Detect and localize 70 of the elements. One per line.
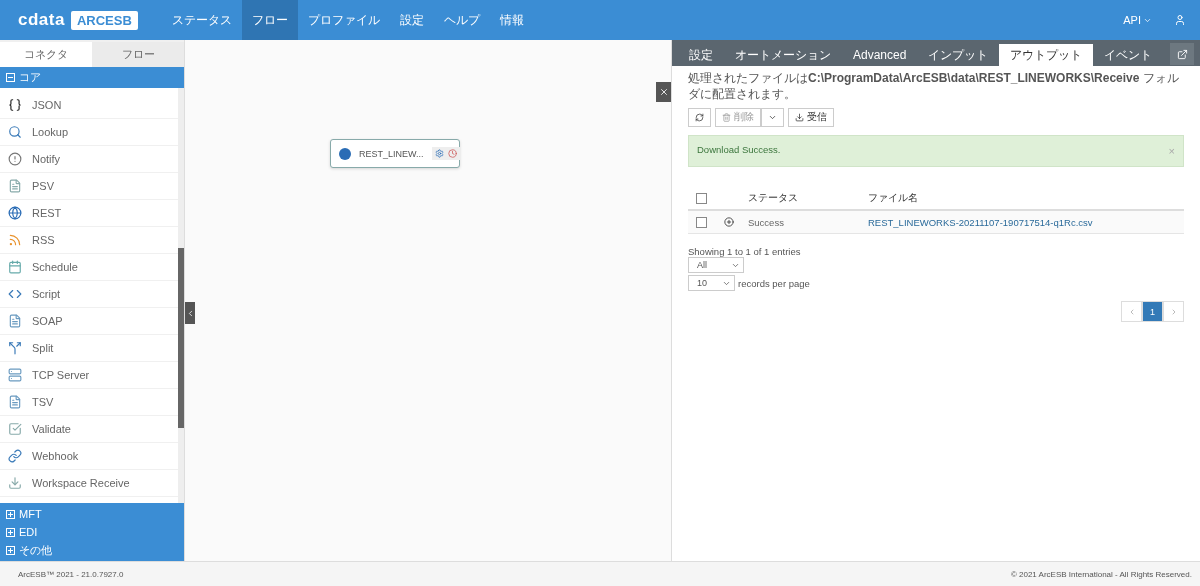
nav-tab[interactable]: ステータス <box>161 0 242 40</box>
external-link-icon <box>1176 48 1188 60</box>
user-icon[interactable] <box>1174 14 1186 26</box>
logo-text: cdata <box>18 10 65 30</box>
close-button[interactable] <box>656 82 671 102</box>
panel-tab[interactable]: インプット <box>917 44 1000 66</box>
panel-tab[interactable]: オートメーション <box>724 44 842 66</box>
category-header[interactable]: コア <box>0 67 184 88</box>
caret-icon <box>768 113 777 122</box>
panel-tab[interactable]: イベント <box>1093 44 1164 66</box>
alert-text: Download Success. <box>697 144 781 157</box>
collapse-handle[interactable] <box>185 302 195 324</box>
logo-badge: ARCESB <box>70 10 138 30</box>
version-text: ArcESB™ 2021 - 21.0.7927.0 <box>18 569 124 579</box>
nav-tab[interactable]: 設定 <box>389 0 434 40</box>
panel-tab[interactable]: Advanced <box>842 44 918 66</box>
page-size-select[interactable]: 10 <box>688 275 735 291</box>
document-icon <box>8 314 22 328</box>
filter-select[interactable]: All <box>688 257 744 273</box>
flow-node[interactable]: REST_LINEW... <box>330 139 460 168</box>
alert-icon <box>8 152 22 166</box>
split-icon <box>8 341 22 355</box>
column-header[interactable]: ファイル名 <box>868 191 1184 205</box>
file-link[interactable]: REST_LINEWORKS-20211107-190717514-q1Rc.csv <box>868 216 1184 228</box>
braces-icon <box>8 98 22 112</box>
checkbox[interactable] <box>696 216 707 228</box>
connector-item[interactable]: REST <box>0 200 178 227</box>
copyright-text: © 2021 ArcESB International - All Rights Reserved. <box>1010 569 1192 579</box>
search-icon <box>8 125 22 139</box>
checkbox[interactable] <box>696 192 707 204</box>
refresh-icon <box>695 113 704 122</box>
sidebar-tab[interactable]: コネクタ <box>0 42 92 67</box>
download-icon <box>8 476 22 490</box>
refresh-button[interactable] <box>688 108 711 127</box>
link-icon <box>8 449 22 463</box>
document-icon <box>8 179 22 193</box>
column-header[interactable]: ステータス <box>748 191 868 205</box>
code-icon <box>8 287 22 301</box>
dropdown-button[interactable] <box>761 108 784 127</box>
nav-tab[interactable]: 情報 <box>489 0 534 40</box>
receive-button[interactable]: 受信 <box>788 108 834 127</box>
category-label: MFT <box>19 508 42 520</box>
sidebar-tab[interactable]: フロー <box>92 42 184 67</box>
page-size-label: records per page <box>738 277 810 289</box>
panel-tab[interactable]: 設定 <box>678 44 724 66</box>
table-cell-text: Success <box>748 216 785 228</box>
api-menu[interactable]: API <box>1123 14 1152 26</box>
trash-icon <box>722 113 731 122</box>
nav-tab[interactable]: ヘルプ <box>433 0 490 40</box>
calendar-icon <box>8 260 22 274</box>
nav-tab[interactable]: プロファイル <box>297 0 390 40</box>
info-text: 処理されたファイルはC:\ProgramData\ArcESB\data\REST_LINEWORKS\Receive フォルダに配置されます。 <box>688 70 1180 102</box>
panel-tab[interactable]: アウトプット <box>999 44 1094 66</box>
document-icon <box>8 395 22 409</box>
node-label: REST_LINEW... <box>359 148 424 159</box>
category-label: コア <box>19 70 41 85</box>
page-button[interactable]: 1 <box>1142 301 1163 322</box>
scrollbar-thumb[interactable] <box>178 248 184 428</box>
clock-icon[interactable] <box>447 149 457 158</box>
settings-icon[interactable] <box>434 149 444 158</box>
close-icon <box>658 87 669 97</box>
rss-icon <box>8 233 22 247</box>
download-icon <box>795 113 804 122</box>
category-label: その他 <box>19 542 52 558</box>
server-icon <box>8 368 22 382</box>
entries-summary: Showing 1 to 1 of 1 entries <box>688 246 802 257</box>
nav-tab[interactable]: フロー <box>241 0 298 40</box>
checkbox-icon <box>8 422 22 436</box>
popout-button[interactable] <box>1170 43 1194 65</box>
category-label: EDI <box>19 526 38 538</box>
